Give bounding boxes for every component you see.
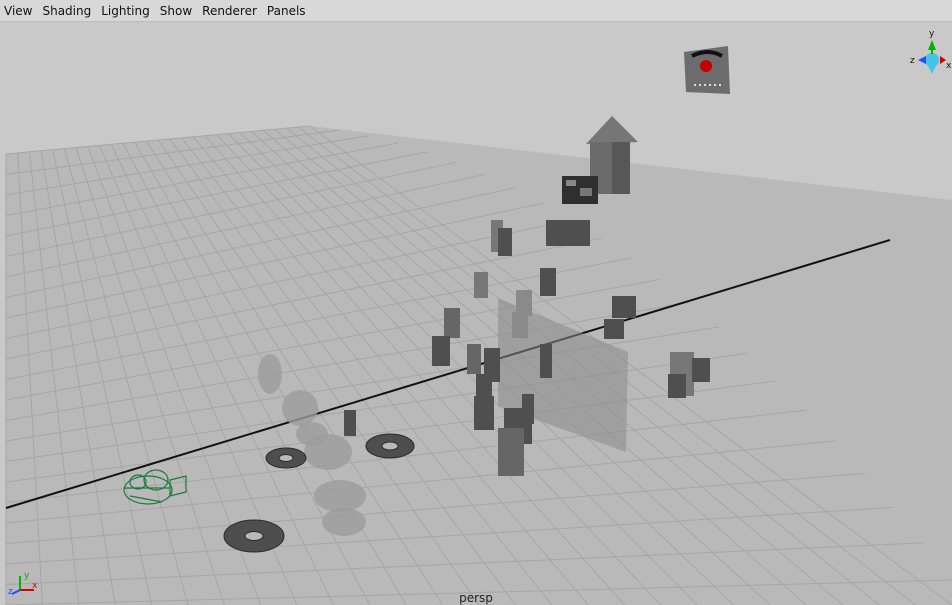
menu-view[interactable]: View — [4, 4, 32, 18]
torus-ring — [223, 519, 285, 553]
gizmo-y-label: y — [929, 29, 935, 39]
camera-name-label: persp — [459, 591, 493, 605]
menu-renderer[interactable]: Renderer — [202, 4, 257, 18]
axis-y-label: y — [24, 571, 30, 581]
torus-ring — [365, 433, 415, 459]
menu-lighting[interactable]: Lighting — [101, 4, 150, 18]
textured-block — [562, 176, 598, 204]
maya-viewport-window: View Shading Lighting Show Renderer Pane… — [0, 0, 952, 605]
menu-panels[interactable]: Panels — [267, 4, 306, 18]
axis-x-label: x — [32, 581, 38, 591]
picture-card — [684, 46, 730, 94]
menu-shading[interactable]: Shading — [42, 4, 91, 18]
gizmo-x-label: x — [946, 61, 952, 71]
torus-ring — [265, 447, 307, 469]
perspective-viewport[interactable]: y z x y z x persp — [0, 22, 952, 605]
view-cube-gizmo[interactable]: y z x — [910, 29, 952, 74]
viewport-menubar: View Shading Lighting Show Renderer Pane… — [0, 0, 952, 22]
gizmo-z-label: z — [910, 56, 915, 66]
scene-canvas: y z x y z x — [5, 29, 952, 605]
menu-show[interactable]: Show — [160, 4, 192, 18]
